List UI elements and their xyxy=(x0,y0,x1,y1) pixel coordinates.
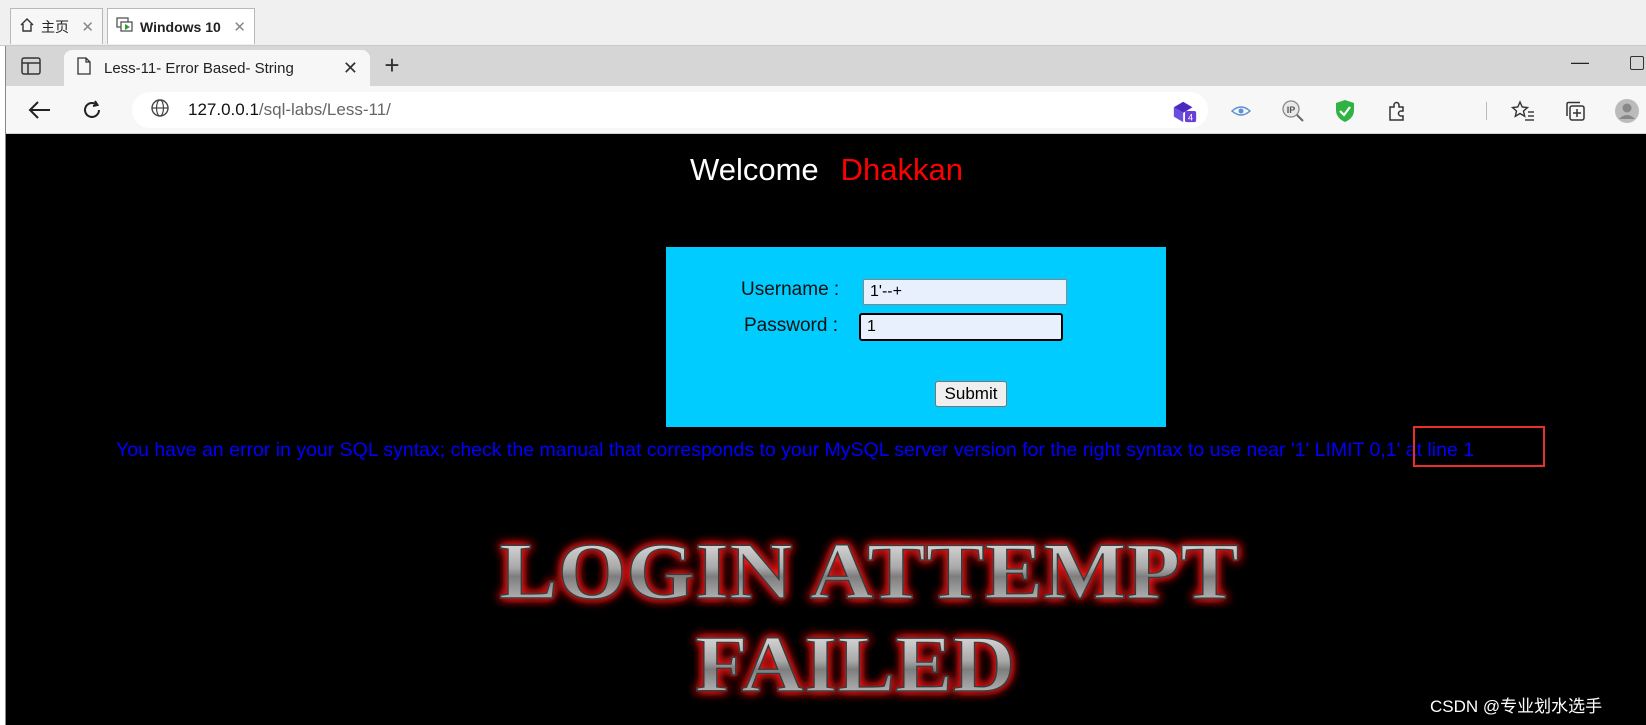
address-bar[interactable]: 127.0.0.1/sql-labs/Less-11/ xyxy=(132,92,1208,128)
page-content: Welcome Dhakkan Username : 1'--+ Password… xyxy=(6,134,1646,725)
browser-window: Less-11- Error Based- String ✕ + — 127.0… xyxy=(5,46,1646,725)
close-tab-icon[interactable]: ✕ xyxy=(343,58,358,79)
ip-extension-icon[interactable]: IP xyxy=(1280,98,1306,124)
collections-icon[interactable] xyxy=(1562,98,1588,124)
username-label: Username : xyxy=(741,279,840,300)
vm-tab-home-label: 主页 xyxy=(41,18,69,35)
svg-text:IP: IP xyxy=(1287,105,1296,115)
annotation-highlight-box xyxy=(1413,426,1545,467)
eye-extension-icon[interactable] xyxy=(1228,98,1254,124)
globe-icon xyxy=(150,98,170,123)
extensions-puzzle-icon[interactable] xyxy=(1384,98,1410,124)
browser-tab-strip: Less-11- Error Based- String ✕ + — xyxy=(6,46,1646,86)
vm-tab-bar: 主页 ✕ Windows 10 ✕ xyxy=(0,0,1646,46)
home-icon xyxy=(19,17,35,36)
password-label: Password : xyxy=(744,315,838,336)
browser-tab-title: Less-11- Error Based- String xyxy=(104,59,294,77)
welcome-text: Welcome xyxy=(690,152,819,187)
welcome-heading: Welcome Dhakkan xyxy=(6,152,1646,188)
password-input[interactable]: 1 xyxy=(859,313,1063,341)
new-tab-icon[interactable]: + xyxy=(378,52,406,80)
vm-tab-windows10-label: Windows 10 xyxy=(140,18,221,35)
favorites-icon[interactable] xyxy=(1510,98,1536,124)
vm-tab-home[interactable]: 主页 ✕ xyxy=(10,8,103,44)
login-failed-line2: FAILED xyxy=(695,621,1015,709)
browser-toolbar: 127.0.0.1/sql-labs/Less-11/ 4 IP xyxy=(6,86,1646,134)
vm-icon xyxy=(116,17,134,36)
maximize-icon[interactable] xyxy=(1630,56,1644,70)
browser-tab-active[interactable]: Less-11- Error Based- String ✕ xyxy=(64,50,370,86)
address-host: 127.0.0.1 xyxy=(188,100,259,119)
back-icon[interactable] xyxy=(26,96,54,124)
sql-error-message: You have an error in your SQL syntax; ch… xyxy=(116,439,1475,461)
vm-tab-windows10[interactable]: Windows 10 ✕ xyxy=(107,8,255,44)
minimize-icon[interactable]: — xyxy=(1571,52,1589,73)
tab-actions-icon[interactable] xyxy=(20,55,42,77)
refresh-icon[interactable] xyxy=(78,96,106,124)
welcome-name: Dhakkan xyxy=(840,152,963,187)
toolbar-separator xyxy=(1486,102,1487,120)
login-failed-banner: LOGIN ATTEMPT FAILED xyxy=(498,527,1240,710)
csdn-watermark: CSDN @专业划水选手 xyxy=(1430,697,1603,716)
address-path: /sql-labs/Less-11/ xyxy=(258,100,391,119)
login-failed-line1: LOGIN ATTEMPT xyxy=(499,528,1239,616)
shield-icon[interactable] xyxy=(1332,98,1358,124)
close-icon[interactable]: ✕ xyxy=(81,18,94,36)
page-icon xyxy=(76,57,92,79)
login-form: Username : 1'--+ Password : 1 Submit xyxy=(666,247,1166,427)
close-icon[interactable]: ✕ xyxy=(233,18,246,36)
profile-avatar-icon[interactable] xyxy=(1614,98,1640,124)
username-input[interactable]: 1'--+ xyxy=(863,279,1067,305)
extension-cube-icon[interactable]: 4 xyxy=(1172,98,1198,124)
extension-badge: 4 xyxy=(1188,112,1193,122)
submit-button[interactable]: Submit xyxy=(935,381,1007,407)
